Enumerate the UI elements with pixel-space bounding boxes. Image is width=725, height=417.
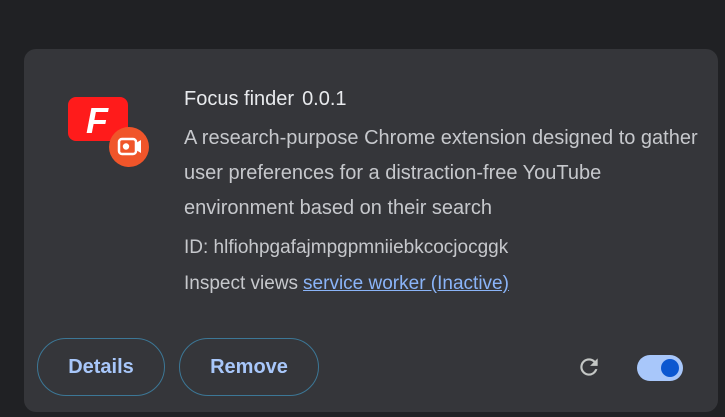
extension-info: Focus finder 0.0.1 A research-purpose Chr… [184,87,704,297]
details-button[interactable]: Details [37,338,165,396]
inspect-views-label: Inspect views [184,273,299,294]
svg-text:F: F [86,100,109,141]
extension-id: ID: hlfiohpgafajmpgpmniiebkcocjocggk [184,237,509,258]
extension-title-row: Focus finder 0.0.1 [184,87,704,111]
enable-toggle[interactable] [637,355,683,381]
remove-button[interactable]: Remove [179,338,319,396]
extension-name: Focus finder [184,88,295,110]
service-worker-link[interactable]: service worker (Inactive) [303,273,509,294]
extension-card: F Focus finder 0.0.1 A research-purpose C… [24,49,718,412]
extension-description: A research-purpose Chrome extension desi… [184,127,698,219]
inspect-views-row: Inspect views service worker (Inactive) [184,271,704,297]
toggle-knob [661,359,679,377]
focus-finder-logo-icon: F [66,97,150,169]
reload-icon[interactable] [576,354,602,380]
extension-version: 0.0.1 [302,88,347,110]
